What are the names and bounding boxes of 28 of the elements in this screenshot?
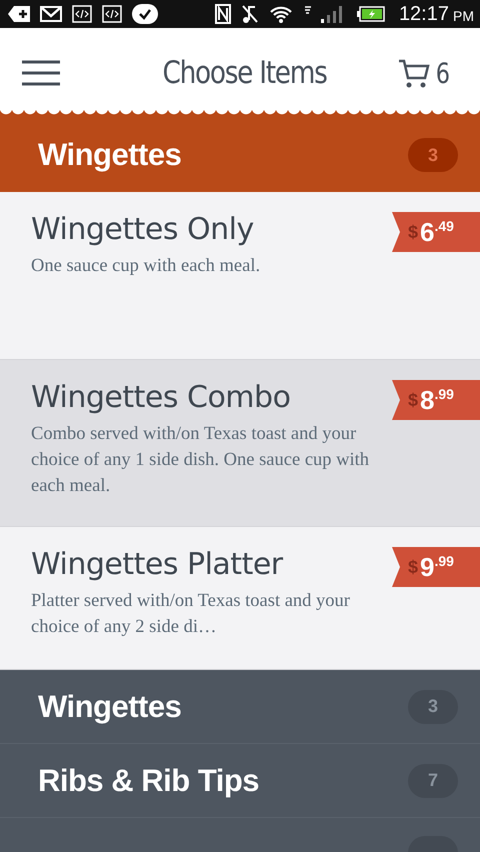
category-row[interactable]: Wingettes 3: [0, 670, 480, 744]
menu-icon: [22, 60, 60, 86]
count-badge: 7: [408, 764, 458, 798]
count-badge: 3: [408, 138, 458, 172]
code-icon: [102, 5, 122, 23]
mail-icon: [40, 6, 62, 22]
cart-icon: [398, 58, 430, 88]
category-row[interactable]: Ribs & Rib Tips 7: [0, 744, 480, 818]
category-title: Wingettes: [38, 137, 182, 173]
status-meridiem: PM: [453, 8, 474, 24]
item-name: Wingettes Platter: [31, 547, 284, 582]
code-icon: [72, 5, 92, 23]
nfc-icon: [214, 4, 231, 24]
item-name: Wingettes Combo: [31, 380, 292, 415]
item-description: Platter served with/on Texas toast and your choice of any 2 side di…: [31, 590, 351, 639]
menu-button[interactable]: [22, 60, 60, 86]
wifi-icon: [268, 5, 293, 23]
check-icon: [132, 4, 158, 24]
item-description: Combo served with/on Texas toast and your choice of any 1 side dish. One sauce cup with each meal.: [31, 423, 370, 498]
item-name: Wingettes Only: [31, 212, 255, 247]
mute-icon: [240, 4, 259, 24]
status-time: 12:17: [398, 2, 449, 26]
item-description: One sauce cup with each meal.: [31, 255, 262, 278]
battery-icon: [356, 6, 385, 22]
add-icon: [8, 6, 30, 22]
page-title: Choose Items: [162, 55, 326, 91]
count-badge: 3: [408, 690, 458, 724]
cart-button[interactable]: 6: [398, 56, 452, 90]
